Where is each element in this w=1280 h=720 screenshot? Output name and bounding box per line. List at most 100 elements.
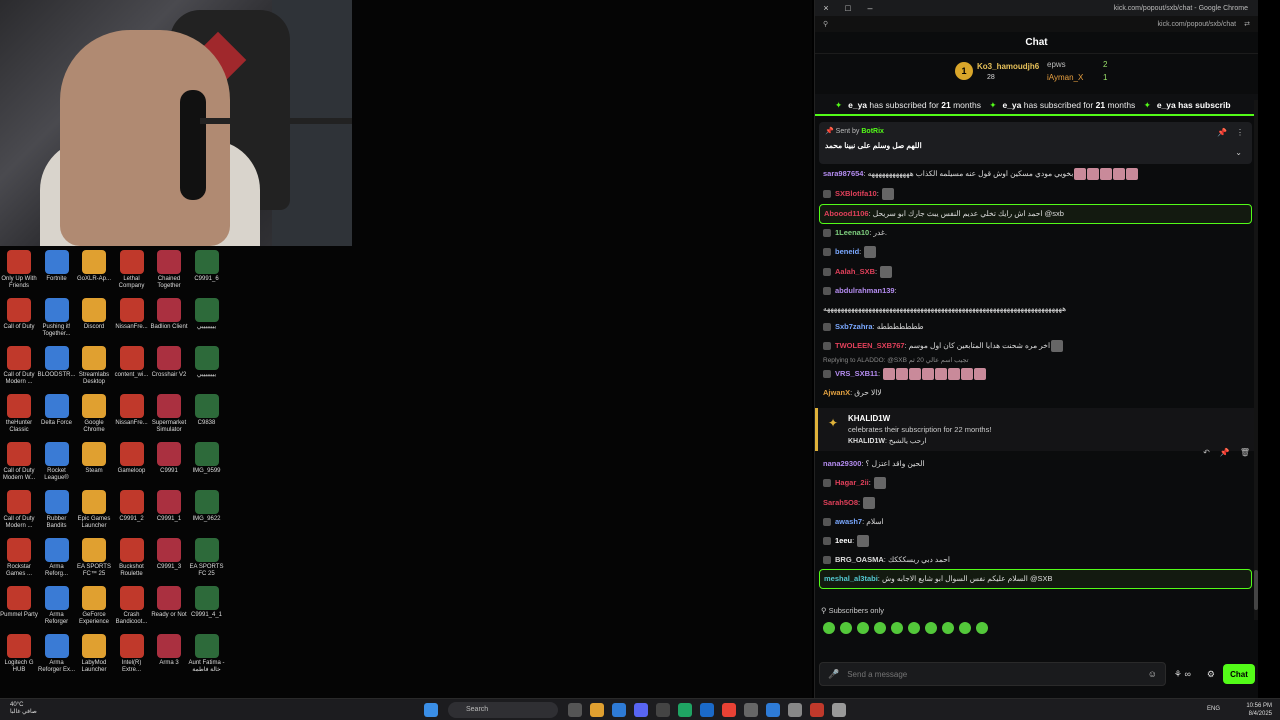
emoji-icon[interactable]: ☺ <box>1148 669 1157 679</box>
desktop-icon[interactable]: Arma Reforger Ex... <box>38 634 76 674</box>
chat-username[interactable]: Sxb7zahra <box>835 322 873 331</box>
chat-message[interactable]: Sarah5O8: <box>819 493 1252 513</box>
chat-username[interactable]: nana29300 <box>823 459 861 468</box>
chat-message[interactable]: Aalah_SXB: <box>819 262 1252 282</box>
desktop-icon[interactable]: Badlion Client <box>150 298 188 331</box>
quick-emote-icon[interactable] <box>908 622 920 634</box>
desktop-icon[interactable]: C9991_3 <box>150 538 188 571</box>
more-options-icon[interactable]: ⋮ <box>1236 128 1244 137</box>
desktop-icon[interactable]: NissanFre... <box>113 394 151 427</box>
desktop-icon[interactable]: ييييييييي <box>188 346 226 379</box>
desktop-icon[interactable]: GoXLR-Ap... <box>75 250 113 283</box>
desktop-icon[interactable]: Aunt Fatima - خالة فاطمة <box>188 634 226 674</box>
desktop-icon[interactable]: LabyMod Launcher <box>75 634 113 674</box>
site-info-icon[interactable]: ⚲ <box>823 20 828 28</box>
desktop-icon[interactable]: GeForce Experience <box>75 586 113 626</box>
steam-icon[interactable] <box>700 702 714 717</box>
gear-icon[interactable]: ⚙ <box>1207 669 1215 680</box>
close-window-icon[interactable]: × <box>815 3 837 13</box>
chat-username[interactable]: SXBlotifa10 <box>835 189 877 198</box>
chat-username[interactable]: VRS_SXB11 <box>835 369 878 378</box>
delete-icon[interactable]: 🗑 <box>1240 448 1250 457</box>
desktop-icon[interactable]: Chained Together <box>150 250 188 290</box>
message-input-box[interactable]: 🎤 ☺ <box>819 662 1166 686</box>
chat-message[interactable]: هههههههههههههههههههههههههههههههههههههههه… <box>819 300 1252 318</box>
desktop-icon[interactable]: Only Up With Friends <box>0 250 38 290</box>
chat-username[interactable]: 1Leena10 <box>835 228 869 237</box>
quick-emote-icon[interactable] <box>942 622 954 634</box>
desktop-icon[interactable]: Delta Force <box>38 394 76 427</box>
desktop-icon[interactable]: Epic Games Launcher <box>75 490 113 530</box>
file-explorer-icon[interactable] <box>590 702 604 717</box>
app-icon[interactable] <box>744 702 758 717</box>
app-icon[interactable] <box>766 702 780 717</box>
desktop-icon[interactable]: NissanFre... <box>113 298 151 331</box>
desktop-icon[interactable]: IMG_9622 <box>188 490 226 523</box>
desktop-icon[interactable]: BLOODSTR... <box>38 346 76 379</box>
desktop-icon[interactable]: Call of Duty <box>0 298 38 331</box>
desktop-icon[interactable]: Arma Reforg... <box>38 538 76 578</box>
desktop-icon[interactable]: C9991 <box>150 442 188 475</box>
quick-emote-icon[interactable] <box>840 622 852 634</box>
chat-message[interactable]: Aboood1106: احمد اش رايك تخلي عديم النفس… <box>819 204 1252 224</box>
desktop-icon[interactable]: Gameloop <box>113 442 151 475</box>
app-icon[interactable] <box>656 702 670 717</box>
chat-message[interactable]: 1eeu: <box>819 531 1252 551</box>
quick-emote-icon[interactable] <box>857 622 869 634</box>
chat-message[interactable]: VRS_SXB11: <box>819 364 1252 384</box>
chat-message[interactable]: Hagar_2ii: <box>819 473 1252 493</box>
desktop-icon[interactable]: theHunter Classic <box>0 394 38 434</box>
desktop-icon[interactable]: C9991_4_1 <box>188 586 226 619</box>
desktop-icon[interactable]: Discord <box>75 298 113 331</box>
desktop-icon[interactable]: Streamlabs Desktop <box>75 346 113 386</box>
subcard-user[interactable]: KHALID1W <box>848 414 1248 423</box>
chat-username[interactable]: awash7 <box>835 517 862 526</box>
chat-username[interactable]: abdulrahman139 <box>835 286 895 295</box>
desktop-icon[interactable]: Ready or Not <box>150 586 188 619</box>
app-icon[interactable] <box>788 702 802 717</box>
desktop-icon[interactable]: Intel(R) Extre... <box>113 634 151 674</box>
chat-username[interactable]: sara987654 <box>823 169 863 178</box>
chat-message[interactable]: beneid: <box>819 242 1252 262</box>
task-view-icon[interactable] <box>568 702 582 717</box>
desktop-icon[interactable]: EA SPORTS FC 25 <box>188 538 226 578</box>
desktop-icon[interactable]: Rubber Bandits <box>38 490 76 530</box>
pin-icon[interactable]: 📌 <box>1217 128 1227 137</box>
quick-emote-icon[interactable] <box>823 622 835 634</box>
leaderboard-second-name[interactable]: epws <box>1047 60 1066 69</box>
edge-icon[interactable] <box>612 702 626 717</box>
chat-username[interactable]: beneid <box>835 247 859 256</box>
desktop-icon[interactable]: Logitech G HUB <box>0 634 38 674</box>
quick-emote-icon[interactable] <box>874 622 886 634</box>
desktop-icon[interactable]: Pushing it! Together... <box>38 298 76 338</box>
message-input[interactable] <box>847 669 1148 679</box>
settings-icon[interactable]: ⇄ <box>1244 20 1250 28</box>
desktop-icon[interactable]: C9991_2 <box>113 490 151 523</box>
clock[interactable]: 10:56 PM 8/4/2025 <box>1246 702 1272 718</box>
chat-message[interactable]: Sxb7zahra: طططططططه <box>819 318 1252 336</box>
chat-username[interactable]: meshal_al3tabi <box>824 574 878 583</box>
chat-message[interactable]: BRG_OASMA: احمد دبي ريسكككك <box>819 551 1252 569</box>
chat-message[interactable]: sara987654: بخويي مودي مسكين اوش قول عنه… <box>819 164 1252 184</box>
taskbar-search[interactable]: Search <box>448 701 558 718</box>
bot-name[interactable]: BotRix <box>861 128 884 135</box>
weather-widget[interactable]: 40°C صافي غالبا <box>10 702 37 716</box>
desktop-icon[interactable]: content_wi... <box>113 346 151 379</box>
desktop-icon[interactable]: Crash Bandicoot... <box>113 586 151 626</box>
chat-message[interactable]: awash7: اسلام <box>819 513 1252 531</box>
desktop-icon[interactable]: Rockstar Games ... <box>0 538 38 578</box>
quick-emote-icon[interactable] <box>925 622 937 634</box>
reply-icon[interactable]: ↶ <box>1203 448 1210 457</box>
desktop-icon[interactable]: Call of Duty Modern ... <box>0 346 38 386</box>
pin-message-icon[interactable]: 📌 <box>1220 448 1230 457</box>
address-bar[interactable]: ⚲ kick.com/popout/sxb/chat ⇄ <box>815 16 1258 32</box>
leaderboard-first-name[interactable]: Ko3_hamoudjh6 <box>977 62 1039 71</box>
desktop-icon[interactable]: Fortnite <box>38 250 76 283</box>
maximize-window-icon[interactable]: □ <box>837 3 859 13</box>
chat-message[interactable]: SXBlotifa10: <box>819 184 1252 204</box>
discord-icon[interactable] <box>634 702 648 717</box>
desktop-icon[interactable]: C9991_6 <box>188 250 226 283</box>
desktop-icon[interactable]: Rocket League® <box>38 442 76 482</box>
chat-message[interactable]: TWOLEEN_SXB767: اخر مره شحنت هدايا المتا… <box>819 336 1252 356</box>
desktop-icon[interactable]: IMG_9599 <box>188 442 226 475</box>
